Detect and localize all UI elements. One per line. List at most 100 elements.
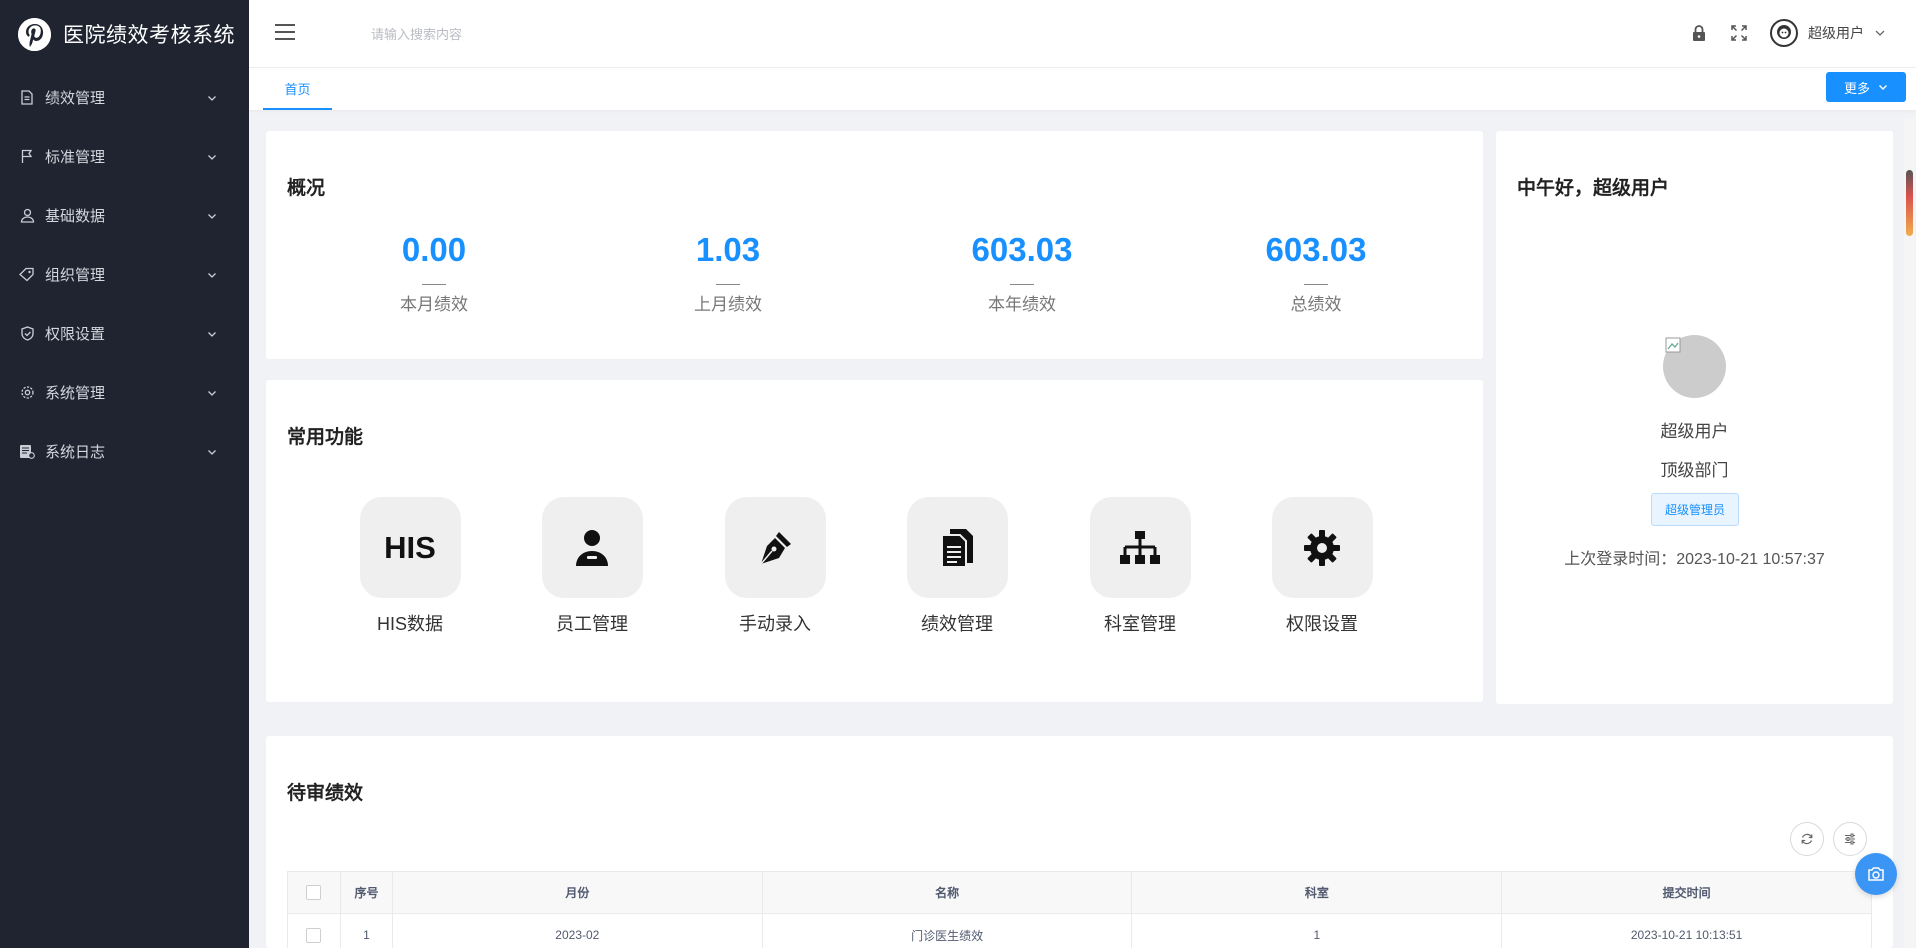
fullscreen-icon[interactable] bbox=[1730, 24, 1748, 42]
app-title: 医院绩效考核系统 bbox=[63, 24, 235, 47]
gear-icon bbox=[1271, 497, 1373, 598]
user-icon bbox=[19, 208, 35, 224]
chevron-down-icon bbox=[208, 95, 216, 101]
sidebar-item-label: 标准管理 bbox=[45, 149, 106, 166]
stat-label: 总绩效 bbox=[1290, 295, 1342, 314]
table-cell: 门诊医生绩效 bbox=[761, 913, 1133, 948]
avatar bbox=[1770, 19, 1798, 47]
stat-divider bbox=[1010, 284, 1034, 285]
func-label: 科室管理 bbox=[1104, 614, 1176, 634]
tabs-bar: 首页 更多 bbox=[249, 68, 1916, 110]
stat-label: 本年绩效 bbox=[988, 295, 1056, 314]
table-header-row: 序号 月份 名称 科室 提交时间 bbox=[287, 871, 1872, 914]
column-header[interactable]: 名称 bbox=[761, 871, 1133, 914]
column-header[interactable]: 序号 bbox=[339, 871, 393, 914]
stat-divider bbox=[716, 284, 740, 285]
sidebar-item-permissions[interactable]: 权限设置 bbox=[0, 304, 249, 363]
screenshot-button[interactable] bbox=[1855, 853, 1897, 895]
user-name: 超级用户 bbox=[1808, 25, 1864, 41]
func-employee[interactable]: 员工管理 bbox=[532, 497, 652, 636]
org-chart-icon bbox=[1089, 497, 1191, 598]
table-cell: 1 bbox=[339, 913, 393, 948]
search-input[interactable] bbox=[371, 22, 691, 46]
profile-name: 超级用户 bbox=[1660, 422, 1729, 441]
chevron-down-icon bbox=[208, 154, 216, 160]
func-permissions[interactable]: 权限设置 bbox=[1262, 497, 1382, 636]
stat-value: 603.03 bbox=[971, 231, 1073, 268]
func-label: 绩效管理 bbox=[921, 614, 993, 634]
brand[interactable]: 医院绩效考核系统 bbox=[0, 0, 249, 68]
profile-department: 顶级部门 bbox=[1660, 461, 1729, 480]
refresh-button[interactable] bbox=[1790, 822, 1824, 856]
chevron-down-icon bbox=[208, 213, 216, 219]
chevron-down-icon bbox=[208, 331, 216, 337]
stat-total: 603.03 总绩效 bbox=[1216, 233, 1416, 315]
column-header[interactable]: 提交时间 bbox=[1501, 871, 1872, 914]
overview-card: 概况 0.00 本月绩效 1.03 上月绩效 603.03 本年绩效 603.0… bbox=[266, 131, 1483, 359]
sidebar-item-label: 系统日志 bbox=[45, 444, 106, 461]
stat-value: 1.03 bbox=[695, 231, 761, 268]
row-select-cell[interactable] bbox=[287, 913, 341, 948]
scrollbar[interactable] bbox=[1904, 118, 1915, 948]
stat-this-year: 603.03 本年绩效 bbox=[922, 233, 1122, 315]
overview-title: 概况 bbox=[287, 178, 326, 199]
sidebar-item-standards[interactable]: 标准管理 bbox=[0, 127, 249, 186]
column-settings-button[interactable] bbox=[1833, 822, 1867, 856]
sidebar-item-base-data[interactable]: 基础数据 bbox=[0, 186, 249, 245]
func-department[interactable]: 科室管理 bbox=[1080, 497, 1200, 636]
select-all-cell[interactable] bbox=[287, 871, 341, 914]
sidebar: 医院绩效考核系统 绩效管理 标准管理 基础数据 组织管理 权限设置 系统管理 系… bbox=[0, 0, 249, 948]
func-label: HIS数据 bbox=[376, 614, 443, 634]
his-icon-text: HIS bbox=[384, 529, 436, 565]
more-button[interactable]: 更多 bbox=[1826, 72, 1906, 102]
tab-home[interactable]: 首页 bbox=[263, 68, 332, 110]
sidebar-item-label: 权限设置 bbox=[45, 326, 106, 343]
role-badge: 超级管理员 bbox=[1651, 493, 1739, 526]
row-checkbox[interactable] bbox=[306, 927, 322, 943]
stat-divider bbox=[422, 284, 446, 285]
employee-icon bbox=[541, 497, 643, 598]
func-label: 员工管理 bbox=[556, 614, 628, 634]
hamburger-menu-icon[interactable] bbox=[275, 24, 295, 42]
sidebar-item-label: 基础数据 bbox=[45, 208, 106, 225]
user-menu[interactable]: 超级用户 bbox=[1770, 19, 1886, 47]
func-manual-entry[interactable]: 手动录入 bbox=[715, 497, 835, 636]
func-performance[interactable]: 绩效管理 bbox=[897, 497, 1017, 636]
select-all-checkbox[interactable] bbox=[306, 885, 322, 901]
sidebar-item-system[interactable]: 系统管理 bbox=[0, 363, 249, 422]
table-row[interactable]: 1 2023-02 门诊医生绩效 1 2023-10-21 10:13:51 bbox=[287, 913, 1872, 948]
functions-title: 常用功能 bbox=[287, 427, 364, 448]
stat-value: 0.00 bbox=[401, 231, 467, 268]
sidebar-item-performance[interactable]: 绩效管理 bbox=[0, 68, 249, 127]
table-cell: 1 bbox=[1131, 913, 1503, 948]
stat-last-month: 1.03 上月绩效 bbox=[628, 233, 828, 315]
func-his-data[interactable]: HIS HIS数据 bbox=[350, 497, 470, 636]
stat-label: 本月绩效 bbox=[400, 295, 468, 314]
sidebar-item-label: 系统管理 bbox=[45, 385, 106, 402]
camera-icon bbox=[1868, 867, 1884, 881]
sidebar-item-label: 组织管理 bbox=[45, 267, 106, 284]
sidebar-item-organization[interactable]: 组织管理 bbox=[0, 245, 249, 304]
lock-icon[interactable] bbox=[1690, 24, 1708, 42]
func-label: 权限设置 bbox=[1286, 614, 1358, 634]
scrollbar-thumb[interactable] bbox=[1906, 170, 1913, 236]
pending-title: 待审绩效 bbox=[287, 783, 364, 804]
chevron-down-icon bbox=[208, 449, 216, 455]
log-icon bbox=[19, 444, 35, 460]
func-label: 手动录入 bbox=[739, 614, 811, 634]
broken-image-icon bbox=[1665, 337, 1681, 353]
column-header[interactable]: 科室 bbox=[1131, 871, 1503, 914]
pending-table: 序号 月份 名称 科室 提交时间 1 2023-02 门诊医生绩效 1 2023… bbox=[287, 871, 1872, 948]
tag-icon bbox=[19, 267, 35, 283]
column-header[interactable]: 月份 bbox=[391, 871, 763, 914]
chevron-down-icon bbox=[1875, 30, 1885, 36]
sidebar-item-label: 绩效管理 bbox=[45, 90, 106, 107]
shield-check-icon bbox=[19, 326, 35, 342]
avatar bbox=[1663, 335, 1726, 398]
table-cell: 2023-02 bbox=[391, 913, 763, 948]
more-button-label: 更多 bbox=[1843, 80, 1870, 96]
pinterest-logo-icon bbox=[18, 17, 51, 51]
stat-value: 603.03 bbox=[1265, 231, 1367, 268]
profile-card: 中午好，超级用户 超级用户 顶级部门 超级管理员 上次登录时间：2023-10-… bbox=[1496, 131, 1893, 704]
sidebar-item-logs[interactable]: 系统日志 bbox=[0, 422, 249, 481]
